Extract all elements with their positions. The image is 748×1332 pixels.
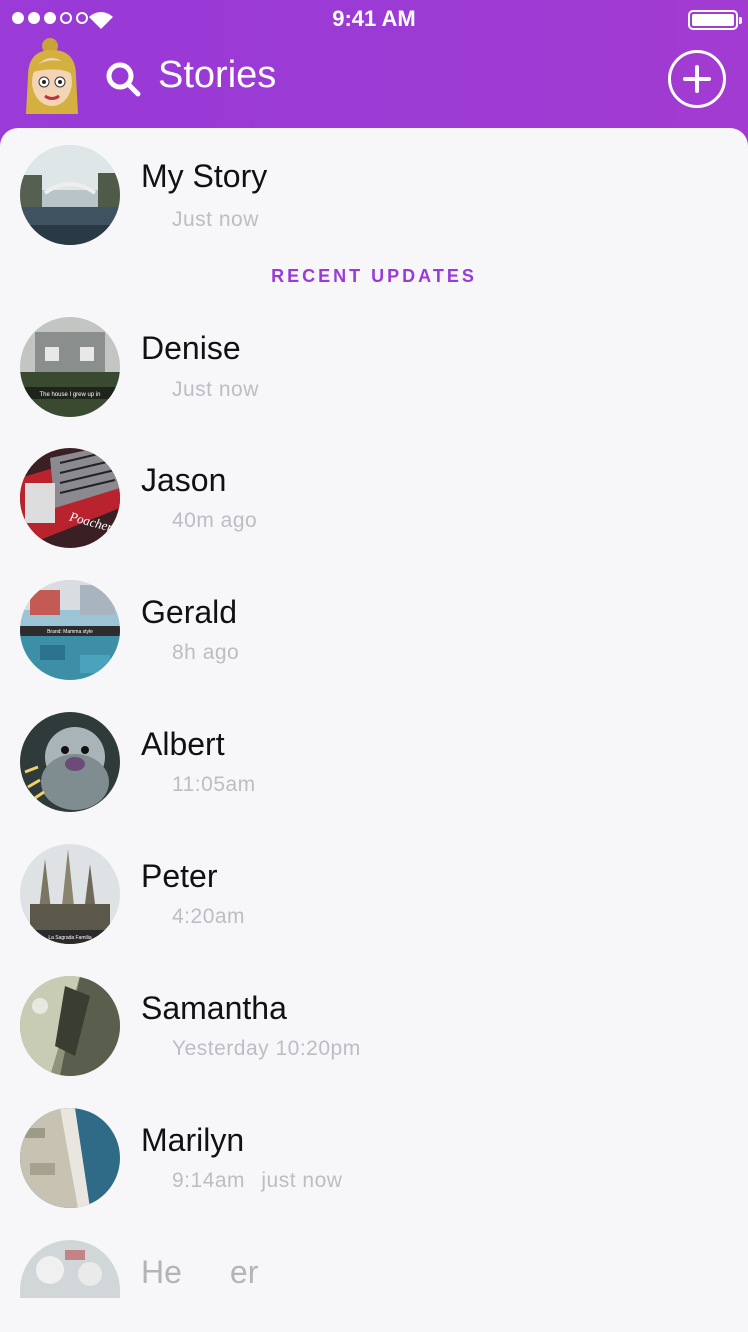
story-thumbnail: La Sagrada Familia [20,844,120,944]
story-time: 9:14am just now [172,1169,342,1193]
story-time-secondary: just now [261,1169,343,1192]
stories-screen: 9:41 AM Stories My Story Just now RECENT… [0,0,748,1332]
story-row-gerald[interactable]: Brand: Mamma style Gerald 8h ago [0,578,748,688]
story-name: Albert [141,726,225,762]
section-header-recent-updates: RECENT UPDATES [271,266,477,286]
story-row-albert[interactable]: Albert 11:05am [0,710,748,820]
story-name: Jason [141,462,227,498]
status-time: 9:41 AM [332,6,416,31]
add-story-button[interactable] [668,50,726,108]
story-name: Denise [141,330,241,366]
story-name: Samantha [141,990,287,1026]
story-name: Marilyn [141,1122,245,1158]
story-time: 8h ago [172,641,240,664]
story-time: 4:20am [172,905,246,928]
thumbnail-caption: The house I grew up in [39,392,100,398]
thumbnail-caption: La Sagrada Familia [48,935,92,941]
bitmoji-avatar-icon[interactable] [20,36,84,118]
search-icon[interactable] [104,60,144,100]
story-thumbnail: The house I grew up in [20,317,120,417]
story-name-part-2: er [229,1254,259,1290]
story-time: 40m ago [172,509,258,532]
story-name: My Story [141,158,268,194]
story-thumbnail: Brand: Mamma style [20,580,120,680]
story-row-loading[interactable]: He er [0,1238,748,1332]
story-name-part-1: He [141,1254,182,1290]
story-name: He er [141,1254,258,1291]
page-title: Stories [158,54,277,96]
story-time: Just now [172,378,259,401]
story-name: Gerald [141,594,238,630]
my-story-row[interactable]: My Story Just now [0,142,748,252]
battery-icon [688,10,742,30]
story-name: Peter [141,858,218,894]
plus-icon [683,65,711,93]
story-row-samantha[interactable]: Samantha Yesterday 10:20pm [0,974,748,1084]
story-row-jason[interactable]: Poacher Jason 40m ago [0,446,748,556]
status-bar: 9:41 AM [0,0,748,40]
my-story-thumbnail [20,145,120,245]
story-thumbnail [20,1240,120,1298]
story-row-peter[interactable]: La Sagrada Familia Peter 4:20am [0,842,748,952]
story-thumbnail [20,712,120,812]
story-row-denise[interactable]: The house I grew up in Denise Just now [0,314,748,424]
story-time-primary: 9:14am [172,1169,246,1192]
thumbnail-caption: Brand: Mamma style [47,629,93,635]
story-thumbnail [20,976,120,1076]
story-thumbnail: Poacher [20,448,120,548]
story-thumbnail [20,1108,120,1208]
story-time: 11:05am [172,773,256,796]
story-time: Just now [172,208,259,231]
story-row-marilyn[interactable]: Marilyn 9:14am just now [0,1106,748,1216]
story-time: Yesterday 10:20pm [172,1037,361,1060]
